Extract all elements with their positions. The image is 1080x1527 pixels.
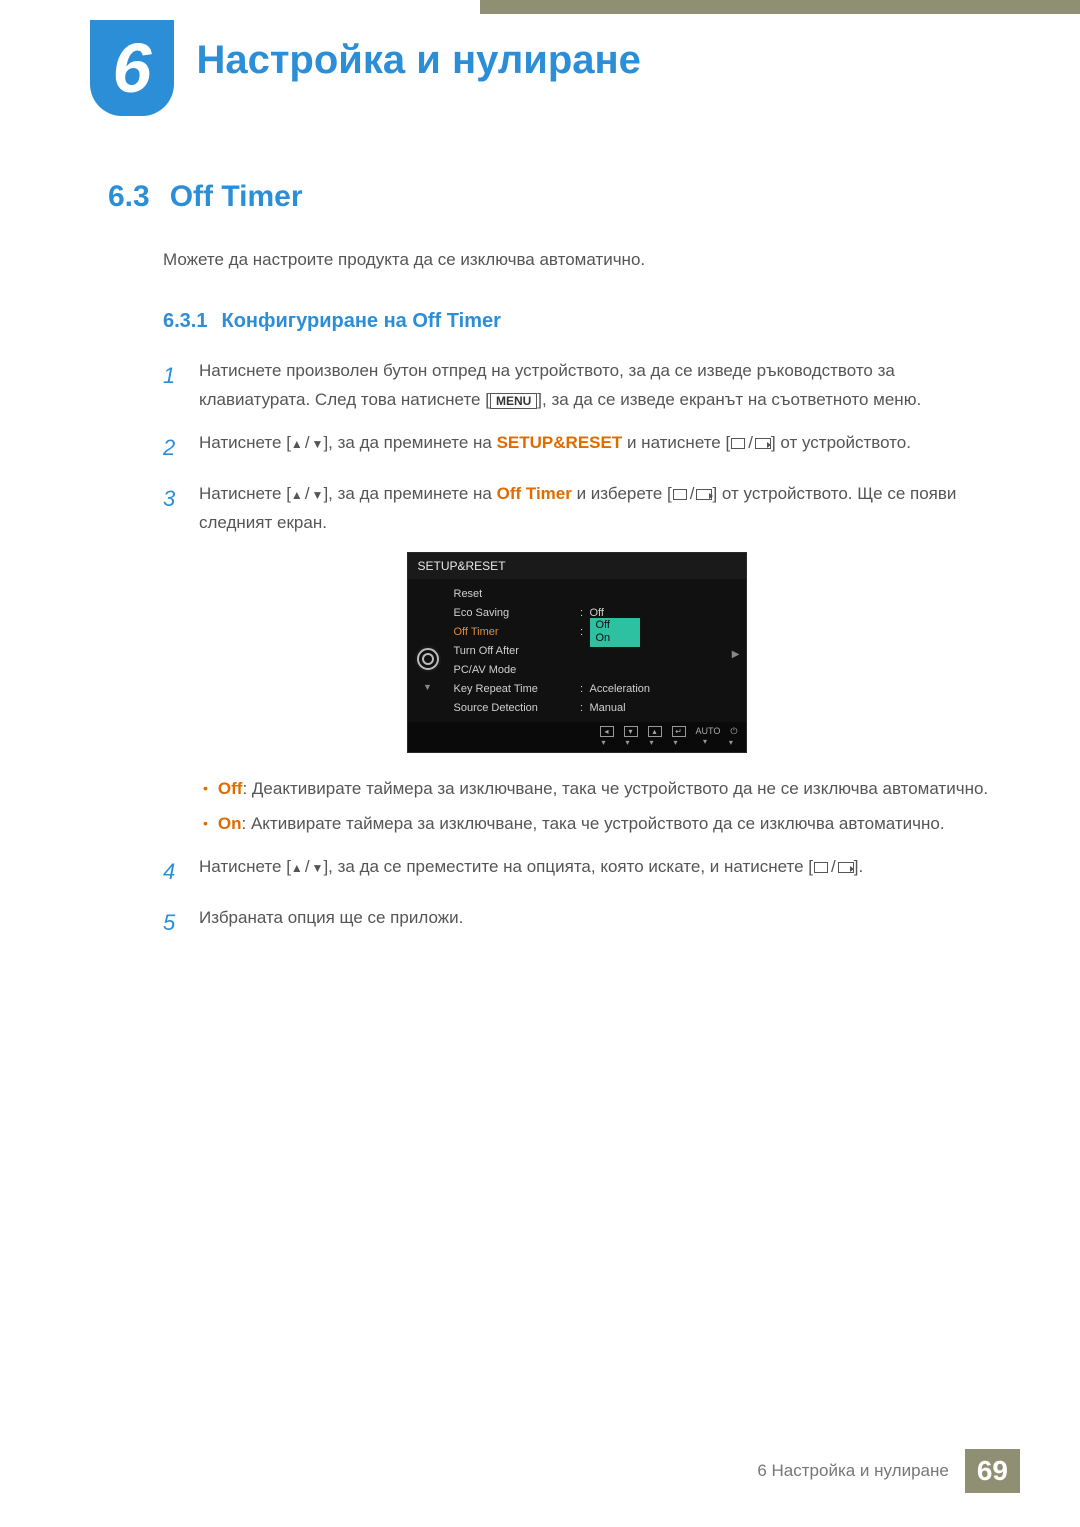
section-number: 6.3 xyxy=(108,180,150,214)
section-title: Off Timer xyxy=(170,180,303,214)
menu-button-icon: MENU xyxy=(490,393,537,409)
osd-row-source: Source Detection : Manual xyxy=(448,699,742,718)
down-arrow-icon xyxy=(312,433,324,452)
subsection-heading: 6.3.1 Конфигуриране на Off Timer xyxy=(163,310,990,333)
page: 6 Настройка и нулиране 6.3 Off Timer Мож… xyxy=(0,0,1080,1527)
gear-icon xyxy=(417,648,439,670)
step-1: 1 Натиснете произволен бутон отпред на у… xyxy=(163,357,990,415)
osd-sidebar: ▼ xyxy=(408,579,448,722)
chapter-header: 6 Настройка и нулиране xyxy=(0,0,1080,140)
step-number: 2 xyxy=(163,429,183,466)
step-number: 4 xyxy=(163,853,183,890)
osd-row-reset: Reset xyxy=(448,585,742,604)
step-4: 4 Натиснете [], за да се преместите на о… xyxy=(163,853,990,890)
bullet-icon: • xyxy=(203,810,208,839)
step-list: 1 Натиснете произволен бутон отпред на у… xyxy=(163,357,990,942)
subsection-title: Конфигуриране на Off Timer xyxy=(221,310,500,333)
step-body: Натиснете произволен бутон отпред на уст… xyxy=(199,357,990,415)
chapter-number-badge: 6 xyxy=(90,20,174,116)
bullet-on: • On: Активирате таймера за изключване, … xyxy=(203,810,990,839)
enter-icon xyxy=(696,489,712,500)
down-arrow-icon xyxy=(312,857,324,876)
osd-footer-up-icon: ▴▾ xyxy=(648,726,662,747)
slash-icon xyxy=(746,433,755,452)
slash-icon xyxy=(688,484,697,503)
enter-icon xyxy=(755,438,771,449)
step-3: 3 Натиснете [], за да преминете на Off T… xyxy=(163,480,990,538)
step-5: 5 Избраната опция ще се приложи. xyxy=(163,904,990,941)
osd-footer-power-icon: ⏻▾ xyxy=(730,726,737,747)
select-icon xyxy=(814,862,828,873)
slash-icon xyxy=(303,484,312,503)
footer-chapter-label: 6 Настройка и нулиране xyxy=(757,1461,949,1481)
step-2: 2 Натиснете [], за да преминете на SETUP… xyxy=(163,429,990,466)
osd-row-pcav: PC/AV Mode xyxy=(448,661,742,680)
osd-row-keyrepeat: Key Repeat Time : Acceleration xyxy=(448,680,742,699)
bullet-icon: • xyxy=(203,775,208,804)
select-icon xyxy=(673,489,687,500)
chapter-title: Настройка и нулиране xyxy=(196,38,640,83)
select-icon xyxy=(731,438,745,449)
page-number: 69 xyxy=(965,1449,1020,1493)
highlight-setupreset: SETUP&RESET xyxy=(497,433,623,452)
bullet-off: • Off: Деактивирате таймера за изключван… xyxy=(203,775,990,804)
osd-footer-auto: AUTO▾ xyxy=(696,726,721,746)
page-footer: 6 Настройка и нулиране 69 xyxy=(757,1449,1020,1493)
osd-screenshot: SETUP&RESET ▼ Reset Eco Saving : Off xyxy=(407,552,747,753)
up-arrow-icon xyxy=(291,433,303,452)
slash-icon xyxy=(303,857,312,876)
osd-body: ▼ Reset Eco Saving : Off Off Timer xyxy=(408,579,746,722)
osd-row-offtimer: Off Timer : Off On xyxy=(448,623,742,642)
content: 6.3 Off Timer Можете да настроите продук… xyxy=(0,140,1080,942)
osd-dropdown-selected: Off On xyxy=(590,618,640,646)
up-arrow-icon xyxy=(291,484,303,503)
step-body: Натиснете [], за да се преместите на опц… xyxy=(199,853,990,890)
step-number: 5 xyxy=(163,904,183,941)
highlight-offtimer: Off Timer xyxy=(497,484,572,503)
section-intro: Можете да настроите продукта да се изклю… xyxy=(163,250,990,270)
step-body: Избраната опция ще се приложи. xyxy=(199,904,990,941)
right-arrow-icon: ▶ xyxy=(732,649,740,660)
down-arrow-icon: ▼ xyxy=(423,682,432,692)
osd-footer-down-icon: ▾▾ xyxy=(624,726,638,747)
step-body: Натиснете [], за да преминете на SETUP&R… xyxy=(199,429,990,466)
osd-menu-list: Reset Eco Saving : Off Off Timer : xyxy=(448,579,746,722)
osd-footer-enter-icon: ↵▾ xyxy=(672,726,686,747)
up-arrow-icon xyxy=(291,857,303,876)
step-number: 1 xyxy=(163,357,183,415)
section-heading: 6.3 Off Timer xyxy=(108,180,990,214)
slash-icon xyxy=(303,433,312,452)
enter-icon xyxy=(838,862,854,873)
osd-title: SETUP&RESET xyxy=(408,553,746,579)
osd-footer-back-icon: ◂▾ xyxy=(600,726,614,747)
osd-footer: ◂▾ ▾▾ ▴▾ ↵▾ AUTO▾ ⏻▾ xyxy=(408,722,746,752)
down-arrow-icon xyxy=(312,484,324,503)
option-bullets: • Off: Деактивирате таймера за изключван… xyxy=(203,775,990,839)
step-body: Натиснете [], за да преминете на Off Tim… xyxy=(199,480,990,538)
step-number: 3 xyxy=(163,480,183,538)
subsection-number: 6.3.1 xyxy=(163,310,207,333)
slash-icon xyxy=(829,857,838,876)
